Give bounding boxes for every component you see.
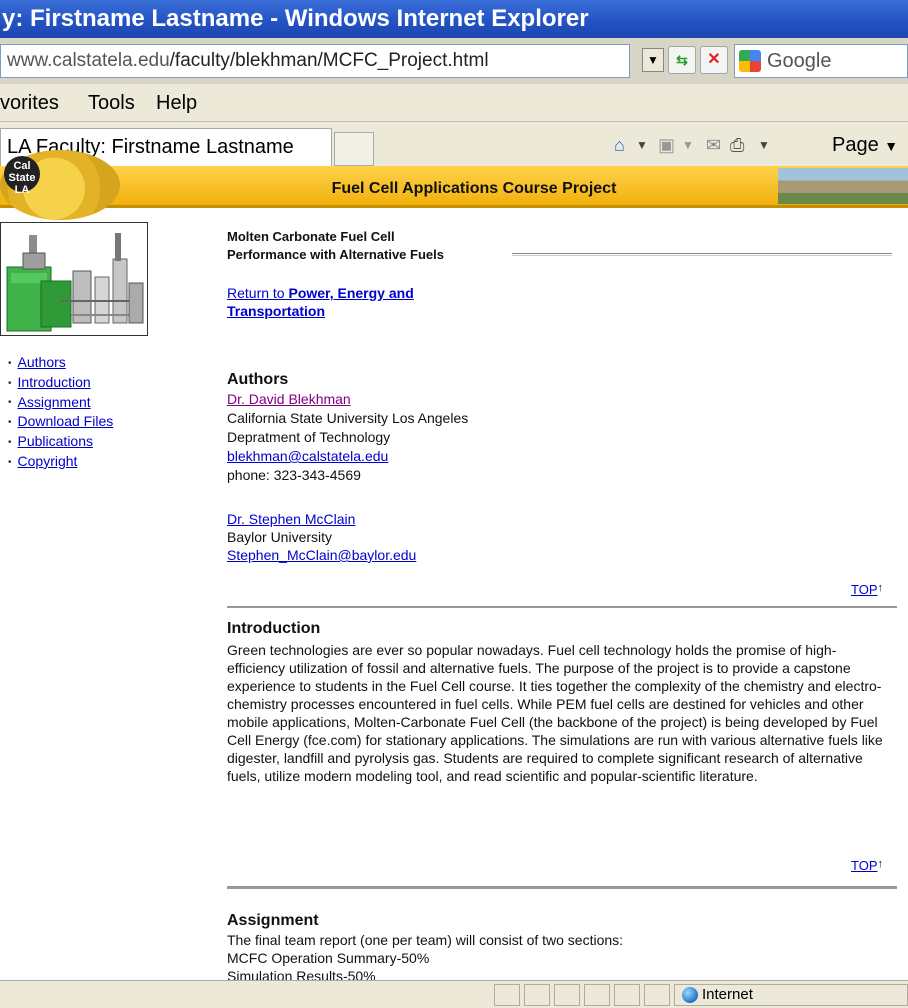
project-title-line2: Performance with Alternative Fuels (227, 247, 444, 262)
nav-item-authors: • Authors (8, 354, 66, 370)
nav-link-download-files[interactable]: Download Files (18, 413, 114, 429)
assignment-line1: The final team report (one per team) wil… (227, 932, 624, 948)
url-path: /faculty/blekhman/MCFC_Project.html (169, 50, 489, 71)
feeds-dropdown-icon[interactable]: ▼ (682, 134, 694, 156)
assignment-line2: MCFC Operation Summary-50% (227, 950, 430, 966)
search-placeholder: Google (767, 50, 832, 72)
status-bar: Internet (0, 980, 908, 1008)
author2-affiliation: Baylor University (227, 529, 333, 545)
site-banner: Cal State LA Fuel Cell Applications Course… (0, 150, 908, 220)
top-link-1: TOP↑ (851, 582, 883, 597)
fuel-cell-plant-image (0, 222, 148, 336)
return-link[interactable]: Return to Power, Energy and Transportati… (227, 284, 487, 320)
nav-link-assignment[interactable]: Assignment (18, 394, 91, 410)
refresh-icon[interactable]: ⇆ (668, 46, 696, 74)
address-bar[interactable]: www.calstatela.edu/faculty/blekhman/MCFC… (0, 44, 630, 78)
tab-toolbar: LA Faculty: Firstname Lastname ⌂ ▼ ▣ ▼ ✉… (0, 122, 908, 166)
status-pane-6 (644, 984, 670, 1006)
campus-photo (778, 168, 908, 204)
banner-title: Fuel Cell Applications Course Project (331, 180, 617, 197)
author1-email-link[interactable]: blekhman@calstatela.edu (227, 447, 388, 465)
return-link-bold1: Power, Energy and (288, 285, 414, 301)
return-link-bold2: Transportation (227, 303, 326, 319)
chevron-down-icon: ▼ (884, 138, 899, 154)
fuel-cell-plant-illustration (6, 233, 144, 332)
status-pane-4 (584, 984, 610, 1006)
author1-phone: phone: 323-343-4569 (227, 467, 361, 483)
stop-icon[interactable]: ✕ (700, 46, 728, 74)
introduction-heading: Introduction (227, 620, 321, 637)
author2-name-link[interactable]: Dr. Stephen McClain (227, 510, 355, 528)
home-dropdown-icon[interactable]: ▼ (636, 134, 648, 156)
section-divider-1 (227, 606, 897, 608)
up-arrow-icon: ↑ (877, 858, 884, 870)
google-logo-icon (739, 50, 761, 72)
authors-heading: Authors (227, 371, 289, 388)
nav-link-copyright[interactable]: Copyright (18, 453, 78, 469)
author2-email-link[interactable]: Stephen_McClain@baylor.edu (227, 546, 416, 564)
author1-department: Depratment of Technology (227, 429, 391, 445)
nav-item-assignment: • Assignment (8, 393, 91, 410)
print-dropdown-icon[interactable]: ▼ (758, 134, 770, 156)
nav-item-download-files: • Download Files (8, 413, 114, 430)
address-toolbar: www.calstatela.edu/faculty/blekhman/MCFC… (0, 38, 908, 84)
menu-favorites[interactable]: vorites (0, 84, 59, 122)
security-zone[interactable]: Internet (682, 984, 753, 1006)
project-title-line1: Molten Carbonate Fuel Cell (227, 229, 395, 244)
status-text-pane (0, 984, 486, 1006)
top-link-2: TOP↑ (851, 858, 883, 873)
search-input[interactable]: Google (734, 44, 908, 78)
nav-item-introduction: • Introduction (8, 373, 91, 390)
project-title: Molten Carbonate Fuel Cell Performance w… (227, 228, 507, 264)
feeds-icon[interactable]: ▣ (658, 134, 675, 156)
address-dropdown-button[interactable]: ▼ (642, 48, 664, 72)
status-pane-1 (494, 984, 520, 1006)
menu-help[interactable]: Help (156, 84, 197, 122)
top-link-2-text[interactable]: TOP (851, 858, 878, 873)
status-pane-2 (524, 984, 550, 1006)
nav-link-publications[interactable]: Publications (18, 433, 94, 449)
author1-affiliation: California State University Los Angeles (227, 410, 469, 426)
home-icon[interactable]: ⌂ (614, 134, 625, 156)
author1-name-link[interactable]: Dr. David Blekhman (227, 390, 351, 408)
print-icon[interactable]: ⎙ (730, 134, 744, 156)
status-pane-5 (614, 984, 640, 1006)
section-divider-2 (227, 886, 897, 889)
nav-item-copyright: • Copyright (8, 452, 78, 469)
menu-tools[interactable]: Tools (88, 84, 135, 122)
nav-link-authors[interactable]: Authors (18, 354, 66, 370)
section-nav: • Authors • Introduction • Assignment • Down… (8, 353, 113, 472)
top-link-1-text[interactable]: TOP (851, 582, 878, 597)
page-menu-label: Page (832, 134, 879, 156)
title-divider (512, 253, 892, 256)
menu-bar: vorites Tools Help (0, 84, 908, 122)
security-zone-label: Internet (702, 986, 753, 1003)
nav-item-publications: • Publications (8, 433, 94, 450)
up-arrow-icon: ↑ (877, 582, 884, 594)
introduction-text: Green technologies are ever so popular n… (227, 642, 883, 784)
return-link-prefix: Return to (227, 285, 289, 301)
page-menu[interactable]: Page ▼ (832, 132, 898, 159)
url-domain: www.calstatela.edu (7, 50, 170, 71)
mail-icon[interactable]: ✉ (706, 134, 721, 156)
nav-link-introduction[interactable]: Introduction (18, 374, 91, 390)
window-title: y: Firstname Lastname - Windows Internet… (2, 5, 589, 32)
window-title-bar[interactable]: y: Firstname Lastname - Windows Internet… (0, 0, 908, 38)
assignment-heading: Assignment (227, 912, 319, 929)
status-pane-3 (554, 984, 580, 1006)
globe-icon (682, 987, 698, 1004)
new-tab-button[interactable] (334, 132, 374, 166)
